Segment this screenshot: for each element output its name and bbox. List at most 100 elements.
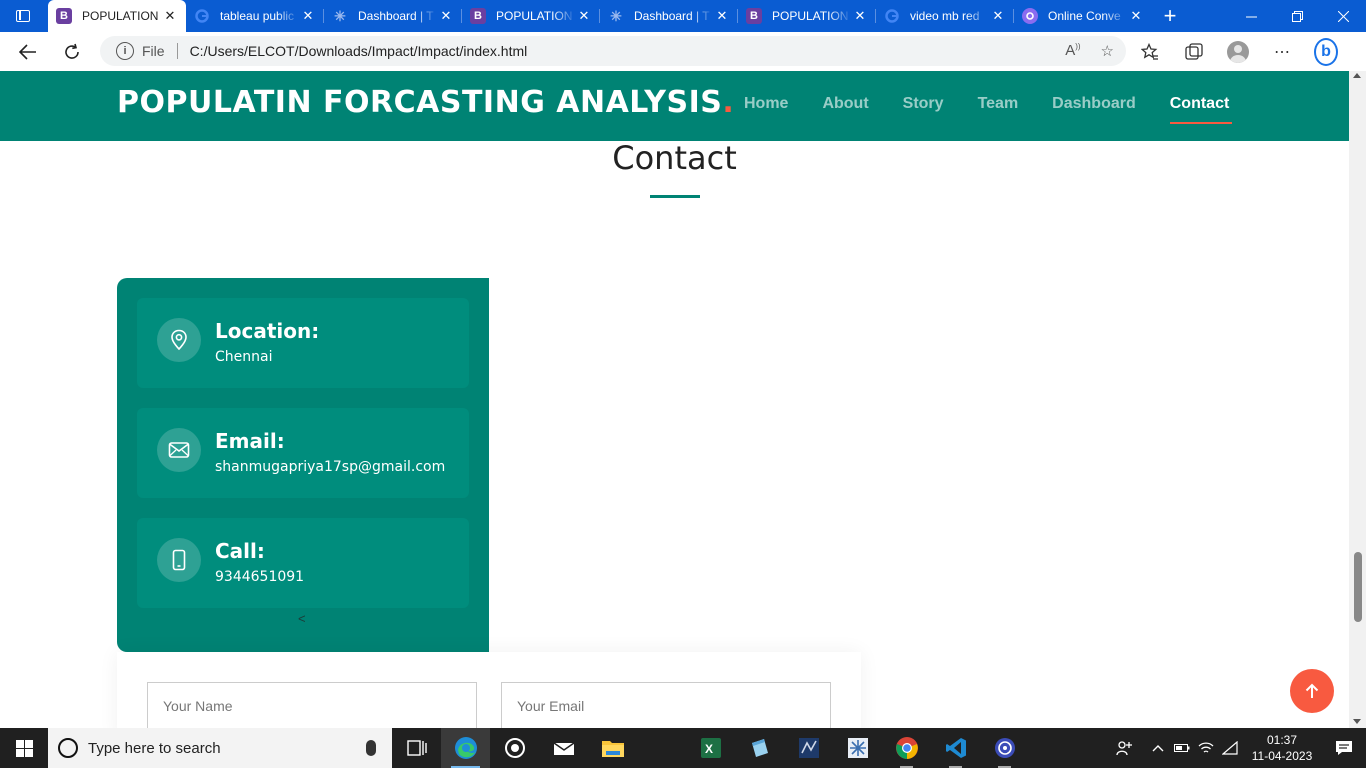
contact-info-panel: Location: Chennai Email: shanmugapriya17… [117,278,489,652]
nav-contact[interactable]: Contact [1169,95,1232,124]
tab-actions-button[interactable] [0,0,46,32]
back-button[interactable] [8,36,48,68]
minimize-button[interactable] [1228,0,1274,32]
mail-taskbar-icon[interactable] [539,728,588,768]
info-value: Chennai [215,349,273,365]
browser-tab[interactable]: B POPULATION ✕ [462,0,600,32]
clock-date: 11-04-2023 [1251,749,1313,763]
task-view-button[interactable] [392,728,441,768]
nav-team[interactable]: Team [978,95,1019,113]
site-nav: Home About Story Team Dashboard Contact [744,95,1263,124]
network-icon[interactable] [1194,728,1218,768]
svg-text:X: X [705,742,713,756]
email-input[interactable] [501,682,831,728]
notepad-taskbar-icon[interactable] [735,728,784,768]
tab-title: Online Conve [1048,9,1121,23]
info-value[interactable]: 9344651091 [215,569,304,585]
close-tab-icon[interactable]: ✕ [300,8,316,24]
close-tab-icon[interactable]: ✕ [990,8,1006,24]
favorites-icon[interactable] [1138,40,1162,64]
system-tray: 01:37 11-04-2023 [1112,728,1366,768]
info-item-call: Call: 9344651091 [137,518,469,608]
cc-cleaner-taskbar-icon[interactable] [490,728,539,768]
microphone-icon[interactable] [366,740,376,756]
refresh-button[interactable] [52,36,92,68]
close-tab-icon[interactable]: ✕ [576,8,592,24]
nav-about[interactable]: About [822,95,868,113]
info-value[interactable]: shanmugapriya17sp@gmail.com [215,459,445,475]
browser-tab-strip: B POPULATION ✕ tableau public ✕ ✳ Dashbo… [0,0,1366,32]
back-to-top-button[interactable] [1290,669,1334,713]
notification-icon [1336,741,1352,755]
tab-title: Dashboard | T [358,9,434,23]
new-tab-button[interactable]: + [1152,0,1188,32]
collections-icon[interactable] [1182,40,1206,64]
address-bar[interactable]: i File C:/Users/ELCOT/Downloads/Impact/I… [100,36,1126,66]
nav-dashboard[interactable]: Dashboard [1052,95,1136,113]
arrow-up-icon [1305,683,1319,698]
taskbar-search[interactable]: Type here to search [48,728,392,768]
scroll-up-arrow[interactable] [1353,73,1361,78]
restore-button[interactable] [1274,0,1320,32]
excel-taskbar-icon[interactable]: X [686,728,735,768]
name-input[interactable] [147,682,477,728]
close-tab-icon[interactable]: ✕ [852,8,868,24]
close-window-button[interactable] [1320,0,1366,32]
close-tab-icon[interactable]: ✕ [162,8,178,24]
battery-icon[interactable] [1170,728,1194,768]
tableau-icon: ✳ [610,7,622,24]
nav-home[interactable]: Home [744,95,788,113]
envelope-icon [157,428,201,472]
browser-toolbar: i File C:/Users/ELCOT/Downloads/Impact/I… [0,32,1366,71]
clock-time: 01:37 [1266,733,1298,747]
browser-tab[interactable]: B POPULATION ✕ [738,0,876,32]
search-icon [58,738,78,758]
browser-tab[interactable]: tableau public ✕ [186,0,324,32]
scroll-down-arrow[interactable] [1353,719,1361,724]
profile-avatar[interactable] [1226,40,1250,64]
close-tab-icon[interactable]: ✕ [1128,8,1144,24]
file-explorer-taskbar-icon[interactable] [588,728,637,768]
site-logo-dot: . [722,85,735,120]
obs-taskbar-icon[interactable] [980,728,1029,768]
close-tab-icon[interactable]: ✕ [438,8,454,24]
bing-icon: b [1314,37,1338,66]
taskbar-clock[interactable]: 01:37 11-04-2023 [1242,732,1322,764]
bing-chat-button[interactable]: b [1314,37,1338,66]
add-favorite-icon[interactable]: ☆ [1101,42,1114,60]
site-header: POPULATIN FORCASTING ANALYSIS. Home Abou… [0,71,1349,141]
browser-tab[interactable]: ✳ Dashboard | T ✕ [600,0,738,32]
browser-tab-active[interactable]: B POPULATION ✕ [48,0,186,32]
chrome-taskbar-icon[interactable] [882,728,931,768]
page-scrollbar[interactable] [1349,71,1366,728]
info-icon[interactable]: i [116,42,134,60]
bootstrap-icon: B [746,8,762,24]
google-icon [884,8,900,24]
tableau-taskbar-icon[interactable] [833,728,882,768]
sql-server-taskbar-icon[interactable] [784,728,833,768]
close-tab-icon[interactable]: ✕ [714,8,730,24]
tab-title: tableau public [220,9,295,23]
notification-center-button[interactable] [1322,728,1366,768]
settings-menu-icon[interactable]: ⋯ [1270,40,1294,64]
url-text[interactable]: C:/Users/ELCOT/Downloads/Impact/Impact/i… [190,43,528,59]
scrollbar-thumb[interactable] [1354,552,1362,622]
info-item-location: Location: Chennai [137,298,469,388]
browser-tab[interactable]: video mb red ✕ [876,0,1014,32]
tab-actions-icon [16,10,30,22]
map-pin-icon [157,318,201,362]
info-label: Email: [215,429,285,453]
chevron-up-icon[interactable] [1146,728,1170,768]
read-aloud-icon[interactable]: A)) [1065,42,1080,60]
vscode-taskbar-icon[interactable] [931,728,980,768]
start-button[interactable] [0,728,48,768]
edge-taskbar-icon[interactable] [441,728,490,768]
wifi-signal-icon[interactable] [1218,728,1242,768]
people-icon[interactable] [1112,728,1136,768]
windows-taskbar: Type here to search X 01:37 11-04-2023 [0,728,1366,768]
site-logo[interactable]: POPULATIN FORCASTING ANALYSIS. [117,85,734,120]
contact-form [117,652,861,728]
nav-story[interactable]: Story [903,95,944,113]
browser-tab[interactable]: Online Conve ✕ [1014,0,1152,32]
browser-tab[interactable]: ✳ Dashboard | T ✕ [324,0,462,32]
